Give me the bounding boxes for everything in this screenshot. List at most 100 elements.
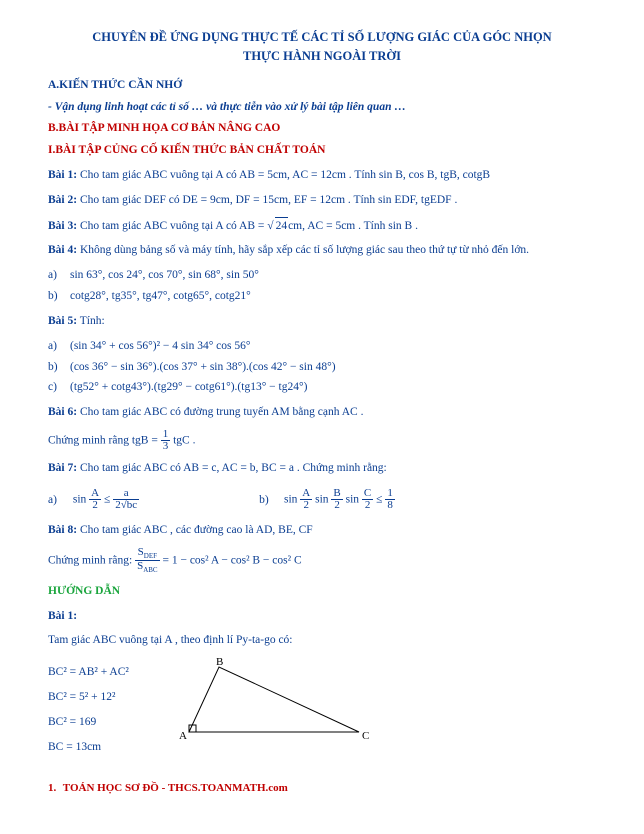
equation-block: BC² = AB² + AC² BC² = 5² + 12² BC² = 169… <box>48 657 129 763</box>
frac-den: SABC <box>135 561 160 575</box>
exercise-4-b-text: cotg28°, tg35°, tg47°, cotg65°, cotg21° <box>70 290 251 302</box>
exercise-4-b: b)cotg28°, tg35°, tg47°, cotg65°, cotg21… <box>48 288 596 306</box>
exercise-5-b: b)(cos 36° − sin 36°).(cos 37° + sin 38°… <box>48 359 596 377</box>
exercise-5-c-text: (tg52° + cotg43°).(tg29° − cotg61°).(tg1… <box>70 381 307 393</box>
exercise-8-label: Bài 8: <box>48 524 77 536</box>
item-label-a: a) <box>48 267 70 285</box>
le-text: ≤ <box>104 494 113 506</box>
exercise-5-a-text: (sin 34° + cos 56°)² − 4 sin 34° cos 56° <box>70 340 250 352</box>
exercise-7-text: Cho tam giác ABC có AB = c, AC = b, BC =… <box>80 462 387 474</box>
exercise-8-tail: = 1 − cos² A − cos² B − cos² C <box>162 554 301 566</box>
eq-4: BC = 13cm <box>48 739 129 757</box>
exercise-7-label: Bài 7: <box>48 462 77 474</box>
sub-abc: ABC <box>143 566 157 574</box>
item-label-c: c) <box>48 379 70 397</box>
frac-den: 2 <box>362 500 373 512</box>
frac-den: 8 <box>385 500 395 512</box>
fraction-icon: 18 <box>385 488 395 512</box>
sub-def: DEF <box>144 552 157 560</box>
sin-text: sin <box>346 494 359 506</box>
frac-den: 2 <box>89 500 101 512</box>
page-footer: 1. TOÁN HỌC SƠ ĐỒ - THCS.TOANMATH.com <box>48 780 596 797</box>
frac-den: 2 <box>300 500 312 512</box>
eq-1: BC² = AB² + AC² <box>48 664 129 682</box>
section-a-note: - Vận dụng linh hoạt các tỉ số … và thực… <box>48 99 596 117</box>
exercise-4-label: Bài 4: <box>48 244 77 256</box>
exercise-3-pre: Cho tam giác ABC vuông tại A có AB = <box>80 220 267 232</box>
exercise-5-a: a)(sin 34° + cos 56°)² − 4 sin 34° cos 5… <box>48 338 596 356</box>
frac-den: 2√bc <box>113 500 139 512</box>
exercise-1-text: Cho tam giác ABC vuông tại A có AB = 5cm… <box>80 169 490 181</box>
exercise-1-label: Bài 1: <box>48 169 77 181</box>
exercise-5: Bài 5: Tính: <box>48 313 596 331</box>
page-number: 1. <box>48 782 56 794</box>
exercise-2-label: Bài 2: <box>48 194 77 206</box>
exercise-4-text: Không dùng bảng số và máy tính, hãy sắp … <box>80 244 529 256</box>
exercise-7-row: a) sin A2 ≤ a2√bc b) sin A2 sin B2 sin C… <box>48 485 596 515</box>
item-label-b: b) <box>259 492 281 510</box>
exercise-5-b-text: (cos 36° − sin 36°).(cos 37° + sin 38°).… <box>70 361 336 373</box>
exercise-1: Bài 1: Cho tam giác ABC vuông tại A có A… <box>48 167 596 185</box>
guide-ex1-text: Tam giác ABC vuông tại A , theo định lí … <box>48 632 596 650</box>
guide-heading: HƯỚNG DẪN <box>48 583 596 601</box>
section-b-heading: B.BÀI TẬP MINH HỌA CƠ BẢN NÂNG CAO <box>48 120 596 138</box>
exercise-7-b: b) sin A2 sin B2 sin C2 ≤ 18 <box>259 488 395 512</box>
section-i-heading: I.BÀI TẬP CỦNG CỐ KIẾN THỨC BẢN CHẤT TOÁ… <box>48 142 596 160</box>
exercise-6-proof: Chứng minh rằng tgB = 13 tgC . <box>48 429 596 453</box>
exercise-3-sqrt: 24 <box>275 217 289 236</box>
vertex-b: B <box>216 657 223 668</box>
exercise-4-a: a)sin 63°, cos 24°, cos 70°, sin 68°, si… <box>48 267 596 285</box>
guide-ex1-label: Bài 1: <box>48 608 596 626</box>
frac-den: 2 <box>331 500 342 512</box>
doc-title-2: THỰC HÀNH NGOÀI TRỜI <box>48 47 596 66</box>
fraction-icon: C2 <box>362 488 373 512</box>
fraction-icon: a2√bc <box>113 488 139 512</box>
fraction-icon: SDEF SABC <box>135 547 160 575</box>
triangle-diagram: A B C <box>159 657 369 747</box>
vertex-a: A <box>179 730 187 742</box>
exercise-7: Bài 7: Cho tam giác ABC có AB = c, AC = … <box>48 460 596 478</box>
exercise-3: Bài 3: Cho tam giác ABC vuông tại A có A… <box>48 217 596 236</box>
eq-3: BC² = 169 <box>48 714 129 732</box>
vertex-c: C <box>362 730 369 742</box>
sin-text: sin <box>315 494 328 506</box>
item-label-b: b) <box>48 288 70 306</box>
frac-num: SDEF <box>135 547 160 562</box>
exercise-5-label: Bài 5: <box>48 315 77 327</box>
exercise-8-proof: Chứng minh rằng: SDEF SABC = 1 − cos² A … <box>48 547 596 575</box>
exercise-2-text: Cho tam giác DEF có DE = 9cm, DF = 15cm,… <box>80 194 457 206</box>
sqrt-icon <box>267 220 273 232</box>
exercise-8-text: Cho tam giác ABC , các đường cao là AD, … <box>80 524 313 536</box>
fraction-icon: A2 <box>300 488 312 512</box>
footer-text: TOÁN HỌC SƠ ĐỒ - THCS.TOANMATH.com <box>60 782 288 794</box>
exercise-8: Bài 8: Cho tam giác ABC , các đường cao … <box>48 522 596 540</box>
le-text: ≤ <box>376 494 385 506</box>
exercise-3-post: cm, AC = 5cm . Tính sin B . <box>288 220 418 232</box>
exercise-3-label: Bài 3: <box>48 220 77 232</box>
exercise-8-proof-text: Chứng minh rằng: <box>48 554 135 566</box>
fraction-icon: A2 <box>89 488 101 512</box>
figure-row: BC² = AB² + AC² BC² = 5² + 12² BC² = 169… <box>48 657 596 763</box>
exercise-2: Bài 2: Cho tam giác DEF có DE = 9cm, DF … <box>48 192 596 210</box>
sin-text: sin <box>73 494 86 506</box>
exercise-5-text: Tính: <box>80 315 105 327</box>
item-label-a: a) <box>48 492 70 510</box>
exercise-6-tail: tgC . <box>173 435 195 447</box>
frac-den: 3 <box>161 441 171 453</box>
exercise-7-a: a) sin A2 ≤ a2√bc <box>48 488 139 512</box>
doc-title-1: CHUYÊN ĐỀ ỨNG DỤNG THỰC TẾ CÁC TỈ SỐ LƯỢ… <box>48 28 596 47</box>
item-label-a: a) <box>48 338 70 356</box>
item-label-b: b) <box>48 359 70 377</box>
fraction-icon: 13 <box>161 429 171 453</box>
exercise-6-proof-text: Chứng minh rằng tgB = <box>48 435 161 447</box>
exercise-6-text: Cho tam giác ABC có đường trung tuyến AM… <box>80 406 364 418</box>
exercise-5-c: c)(tg52° + cotg43°).(tg29° − cotg61°).(t… <box>48 379 596 397</box>
exercise-4-a-text: sin 63°, cos 24°, cos 70°, sin 68°, sin … <box>70 269 259 281</box>
section-a-heading: A.KIẾN THỨC CẦN NHỚ <box>48 77 596 95</box>
sin-text: sin <box>284 494 297 506</box>
fraction-icon: B2 <box>331 488 342 512</box>
eq-2: BC² = 5² + 12² <box>48 689 129 707</box>
exercise-4: Bài 4: Không dùng bảng số và máy tính, h… <box>48 242 596 260</box>
exercise-6-label: Bài 6: <box>48 406 77 418</box>
exercise-6: Bài 6: Cho tam giác ABC có đường trung t… <box>48 404 596 422</box>
